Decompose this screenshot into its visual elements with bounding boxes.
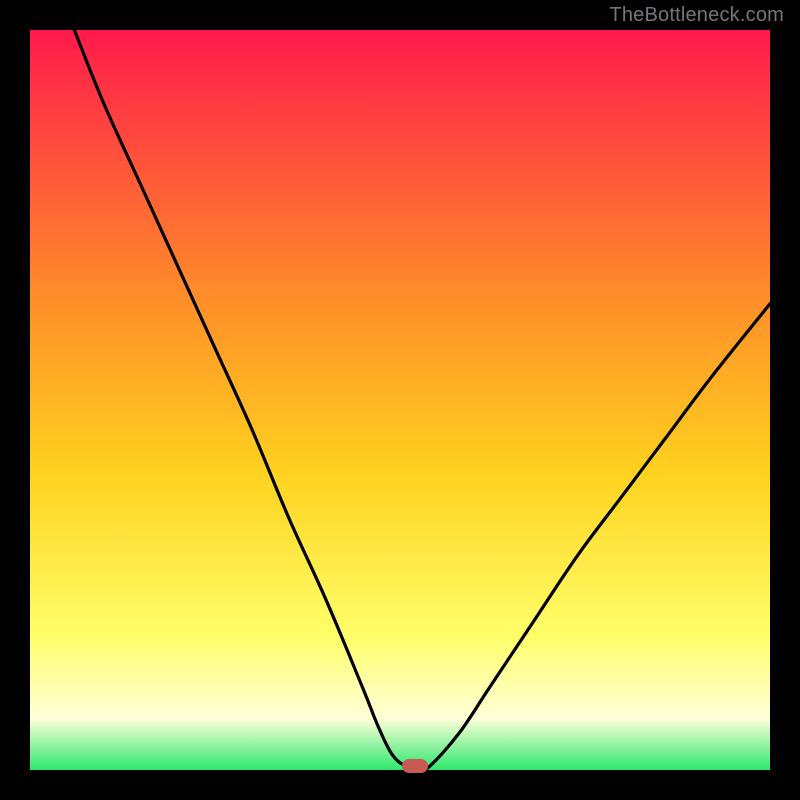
plot-area (30, 30, 770, 770)
chart-svg (30, 30, 770, 770)
optimal-point-marker (402, 759, 428, 773)
attribution-text: TheBottleneck.com (609, 4, 784, 27)
chart-frame: TheBottleneck.com (0, 0, 800, 800)
gradient-background (30, 30, 770, 770)
